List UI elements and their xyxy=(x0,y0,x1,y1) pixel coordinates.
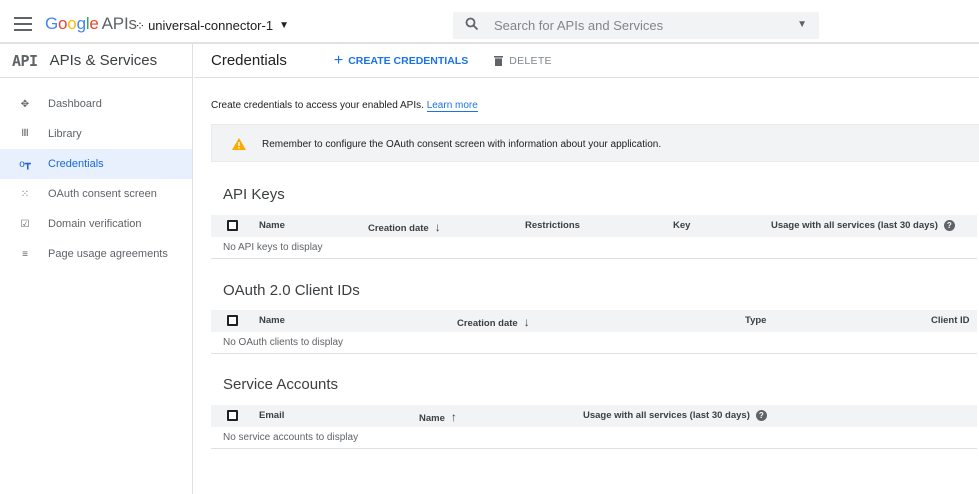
dashboard-icon: ✥ xyxy=(20,98,30,110)
checkbox-icon: ☑ xyxy=(20,218,30,230)
service-accounts-table: Email Name ↑ Usage with all services (las… xyxy=(211,405,977,449)
empty-row: No API keys to display xyxy=(211,237,977,259)
key-icon: o┳ xyxy=(19,158,31,170)
trash-icon xyxy=(494,55,504,66)
plus-icon: + xyxy=(333,51,344,69)
intro-text: Create credentials to access your enable… xyxy=(211,100,478,112)
chevron-down-icon: ▼ xyxy=(279,20,289,31)
column-usage[interactable]: Usage with all services (last 30 days)? xyxy=(771,220,955,231)
help-icon[interactable]: ? xyxy=(755,410,767,421)
oauth-warning-banner: Remember to configure the OAuth consent … xyxy=(211,124,979,162)
sidebar-nav: ✥ Dashboard 𝍬 Library o┳ Credentials ⁙ O… xyxy=(0,89,192,269)
empty-row: No OAuth clients to display xyxy=(211,332,977,354)
api-keys-title: API Keys xyxy=(223,186,285,203)
sidebar: API APIs & Services ✥ Dashboard 𝍬 Librar… xyxy=(0,44,193,494)
sort-down-icon: ↓ xyxy=(434,220,441,234)
sidebar-title: APIs & Services xyxy=(49,52,158,69)
sort-down-icon: ↓ xyxy=(523,315,530,329)
consent-icon: ⁙ xyxy=(20,188,30,200)
sidebar-item-domain-verification[interactable]: ☑ Domain verification xyxy=(0,209,192,239)
sidebar-item-page-usage[interactable]: ≡ Page usage agreements xyxy=(0,239,192,269)
main-content: Credentials + CREATE CREDENTIALS DELETE … xyxy=(194,44,979,494)
column-creation-date[interactable]: Creation date ↓ xyxy=(457,315,530,329)
project-selector[interactable]: ⁘ universal-connector-1 ▼ xyxy=(135,18,289,33)
learn-more-link[interactable]: Learn more xyxy=(426,100,478,112)
column-name[interactable]: Name xyxy=(259,220,285,231)
table-header: Name Creation date ↓ Type Client ID xyxy=(211,310,977,332)
project-dots-icon: ⁘ xyxy=(135,18,145,33)
google-apis-logo[interactable]: Google APIs xyxy=(45,14,137,34)
page-header: Credentials + CREATE CREDENTIALS DELETE xyxy=(194,44,979,78)
settings-list-icon: ≡ xyxy=(22,248,28,260)
page-title: Credentials xyxy=(211,52,287,69)
select-all-checkbox[interactable] xyxy=(227,220,238,231)
column-creation-date[interactable]: Creation date ↓ xyxy=(368,220,441,234)
sidebar-item-credentials[interactable]: o┳ Credentials xyxy=(0,149,192,179)
sidebar-header: API APIs & Services xyxy=(0,44,192,78)
search-icon xyxy=(465,17,479,31)
warning-icon xyxy=(232,138,246,150)
warning-message: Remember to configure the OAuth consent … xyxy=(262,139,662,150)
sidebar-item-oauth-consent[interactable]: ⁙ OAuth consent screen xyxy=(0,179,192,209)
column-key[interactable]: Key xyxy=(673,220,690,231)
api-badge: API xyxy=(12,51,38,70)
table-header: Email Name ↑ Usage with all services (las… xyxy=(211,405,977,427)
sort-up-icon: ↑ xyxy=(450,410,457,424)
search-dropdown-icon[interactable]: ▼ xyxy=(797,19,807,30)
column-type[interactable]: Type xyxy=(745,315,766,326)
help-icon[interactable]: ? xyxy=(943,220,955,231)
hamburger-menu-icon[interactable] xyxy=(14,17,32,31)
select-all-checkbox[interactable] xyxy=(227,315,238,326)
search-bar[interactable]: Search for APIs and Services ▼ xyxy=(453,12,819,39)
column-name[interactable]: Name ↑ xyxy=(419,410,457,424)
column-restrictions[interactable]: Restrictions xyxy=(525,220,580,231)
delete-button[interactable]: DELETE xyxy=(494,55,552,67)
column-name[interactable]: Name xyxy=(259,315,285,326)
search-input[interactable]: Search for APIs and Services xyxy=(494,18,663,33)
column-email[interactable]: Email xyxy=(259,410,284,421)
oauth-clients-title: OAuth 2.0 Client IDs xyxy=(223,282,360,299)
service-accounts-title: Service Accounts xyxy=(223,376,339,393)
create-credentials-button[interactable]: + CREATE CREDENTIALS xyxy=(334,52,468,70)
column-usage[interactable]: Usage with all services (last 30 days)? xyxy=(583,410,767,421)
api-keys-table: Name Creation date ↓ Restrictions Key Usa… xyxy=(211,215,977,259)
sidebar-item-library[interactable]: 𝍬 Library xyxy=(0,119,192,149)
oauth-clients-table: Name Creation date ↓ Type Client ID No OA… xyxy=(211,310,977,354)
sidebar-item-dashboard[interactable]: ✥ Dashboard xyxy=(0,89,192,119)
empty-row: No service accounts to display xyxy=(211,427,977,449)
table-header: Name Creation date ↓ Restrictions Key Usa… xyxy=(211,215,977,237)
select-all-checkbox[interactable] xyxy=(227,410,238,421)
column-client-id[interactable]: Client ID xyxy=(931,315,970,326)
top-bar: Google APIs ⁘ universal-connector-1 ▼ Sea… xyxy=(0,0,979,44)
project-name: universal-connector-1 xyxy=(148,18,274,33)
library-icon: 𝍬 xyxy=(21,127,29,139)
